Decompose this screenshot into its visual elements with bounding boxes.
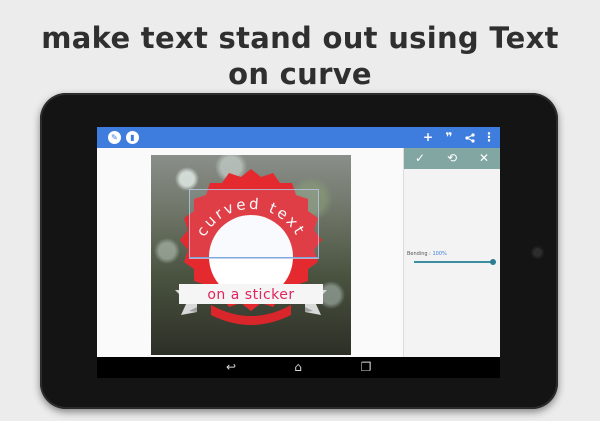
promo-headline: make text stand out using Text on curve bbox=[0, 20, 600, 92]
curve-settings-panel: ✓ ⟲ ✕ Bending : 100% bbox=[403, 148, 500, 357]
bending-slider-track[interactable] bbox=[414, 261, 493, 263]
front-camera bbox=[533, 248, 542, 257]
bending-slider-thumb[interactable] bbox=[490, 259, 496, 265]
text-selection-box[interactable] bbox=[189, 189, 319, 259]
action-bar: ✎ ▮ + ❞ ⋮ bbox=[97, 127, 500, 148]
more-vert-icon[interactable]: ⋮ bbox=[482, 128, 496, 147]
back-icon[interactable]: ↩ bbox=[221, 357, 241, 378]
headline-line-1: make text stand out using Text bbox=[41, 21, 559, 55]
close-icon[interactable]: ✕ bbox=[473, 148, 495, 169]
system-nav-bar: ↩ ⌂ ❐ bbox=[97, 357, 500, 378]
check-icon[interactable]: ✓ bbox=[409, 148, 431, 169]
bending-label: Bending : 100% bbox=[407, 251, 447, 257]
add-icon[interactable]: + bbox=[421, 128, 435, 147]
photo-canvas[interactable]: on a sticker curved text bbox=[151, 155, 351, 355]
quote-icon[interactable]: ❞ bbox=[442, 128, 456, 147]
bending-label-text: Bending : bbox=[407, 251, 433, 257]
app-screen: ✎ ▮ + ❞ ⋮ on a sticker curved text ✓ ⟲ ✕… bbox=[97, 127, 500, 378]
ribbon-text[interactable]: on a sticker bbox=[207, 287, 294, 303]
share-icon[interactable] bbox=[463, 128, 477, 149]
pencil-icon[interactable]: ✎ bbox=[108, 131, 121, 144]
baseline-guide bbox=[189, 257, 319, 258]
home-icon[interactable]: ⌂ bbox=[288, 357, 308, 378]
tablet-device: ✎ ▮ + ❞ ⋮ on a sticker curved text ✓ ⟲ ✕… bbox=[40, 93, 558, 409]
bending-value: 100% bbox=[432, 251, 447, 257]
panel-header: ✓ ⟲ ✕ bbox=[404, 148, 500, 169]
recents-icon[interactable]: ❐ bbox=[356, 357, 376, 378]
trash-icon[interactable]: ▮ bbox=[126, 131, 139, 144]
headline-line-2: on curve bbox=[228, 57, 372, 91]
reset-icon[interactable]: ⟲ bbox=[441, 148, 463, 169]
